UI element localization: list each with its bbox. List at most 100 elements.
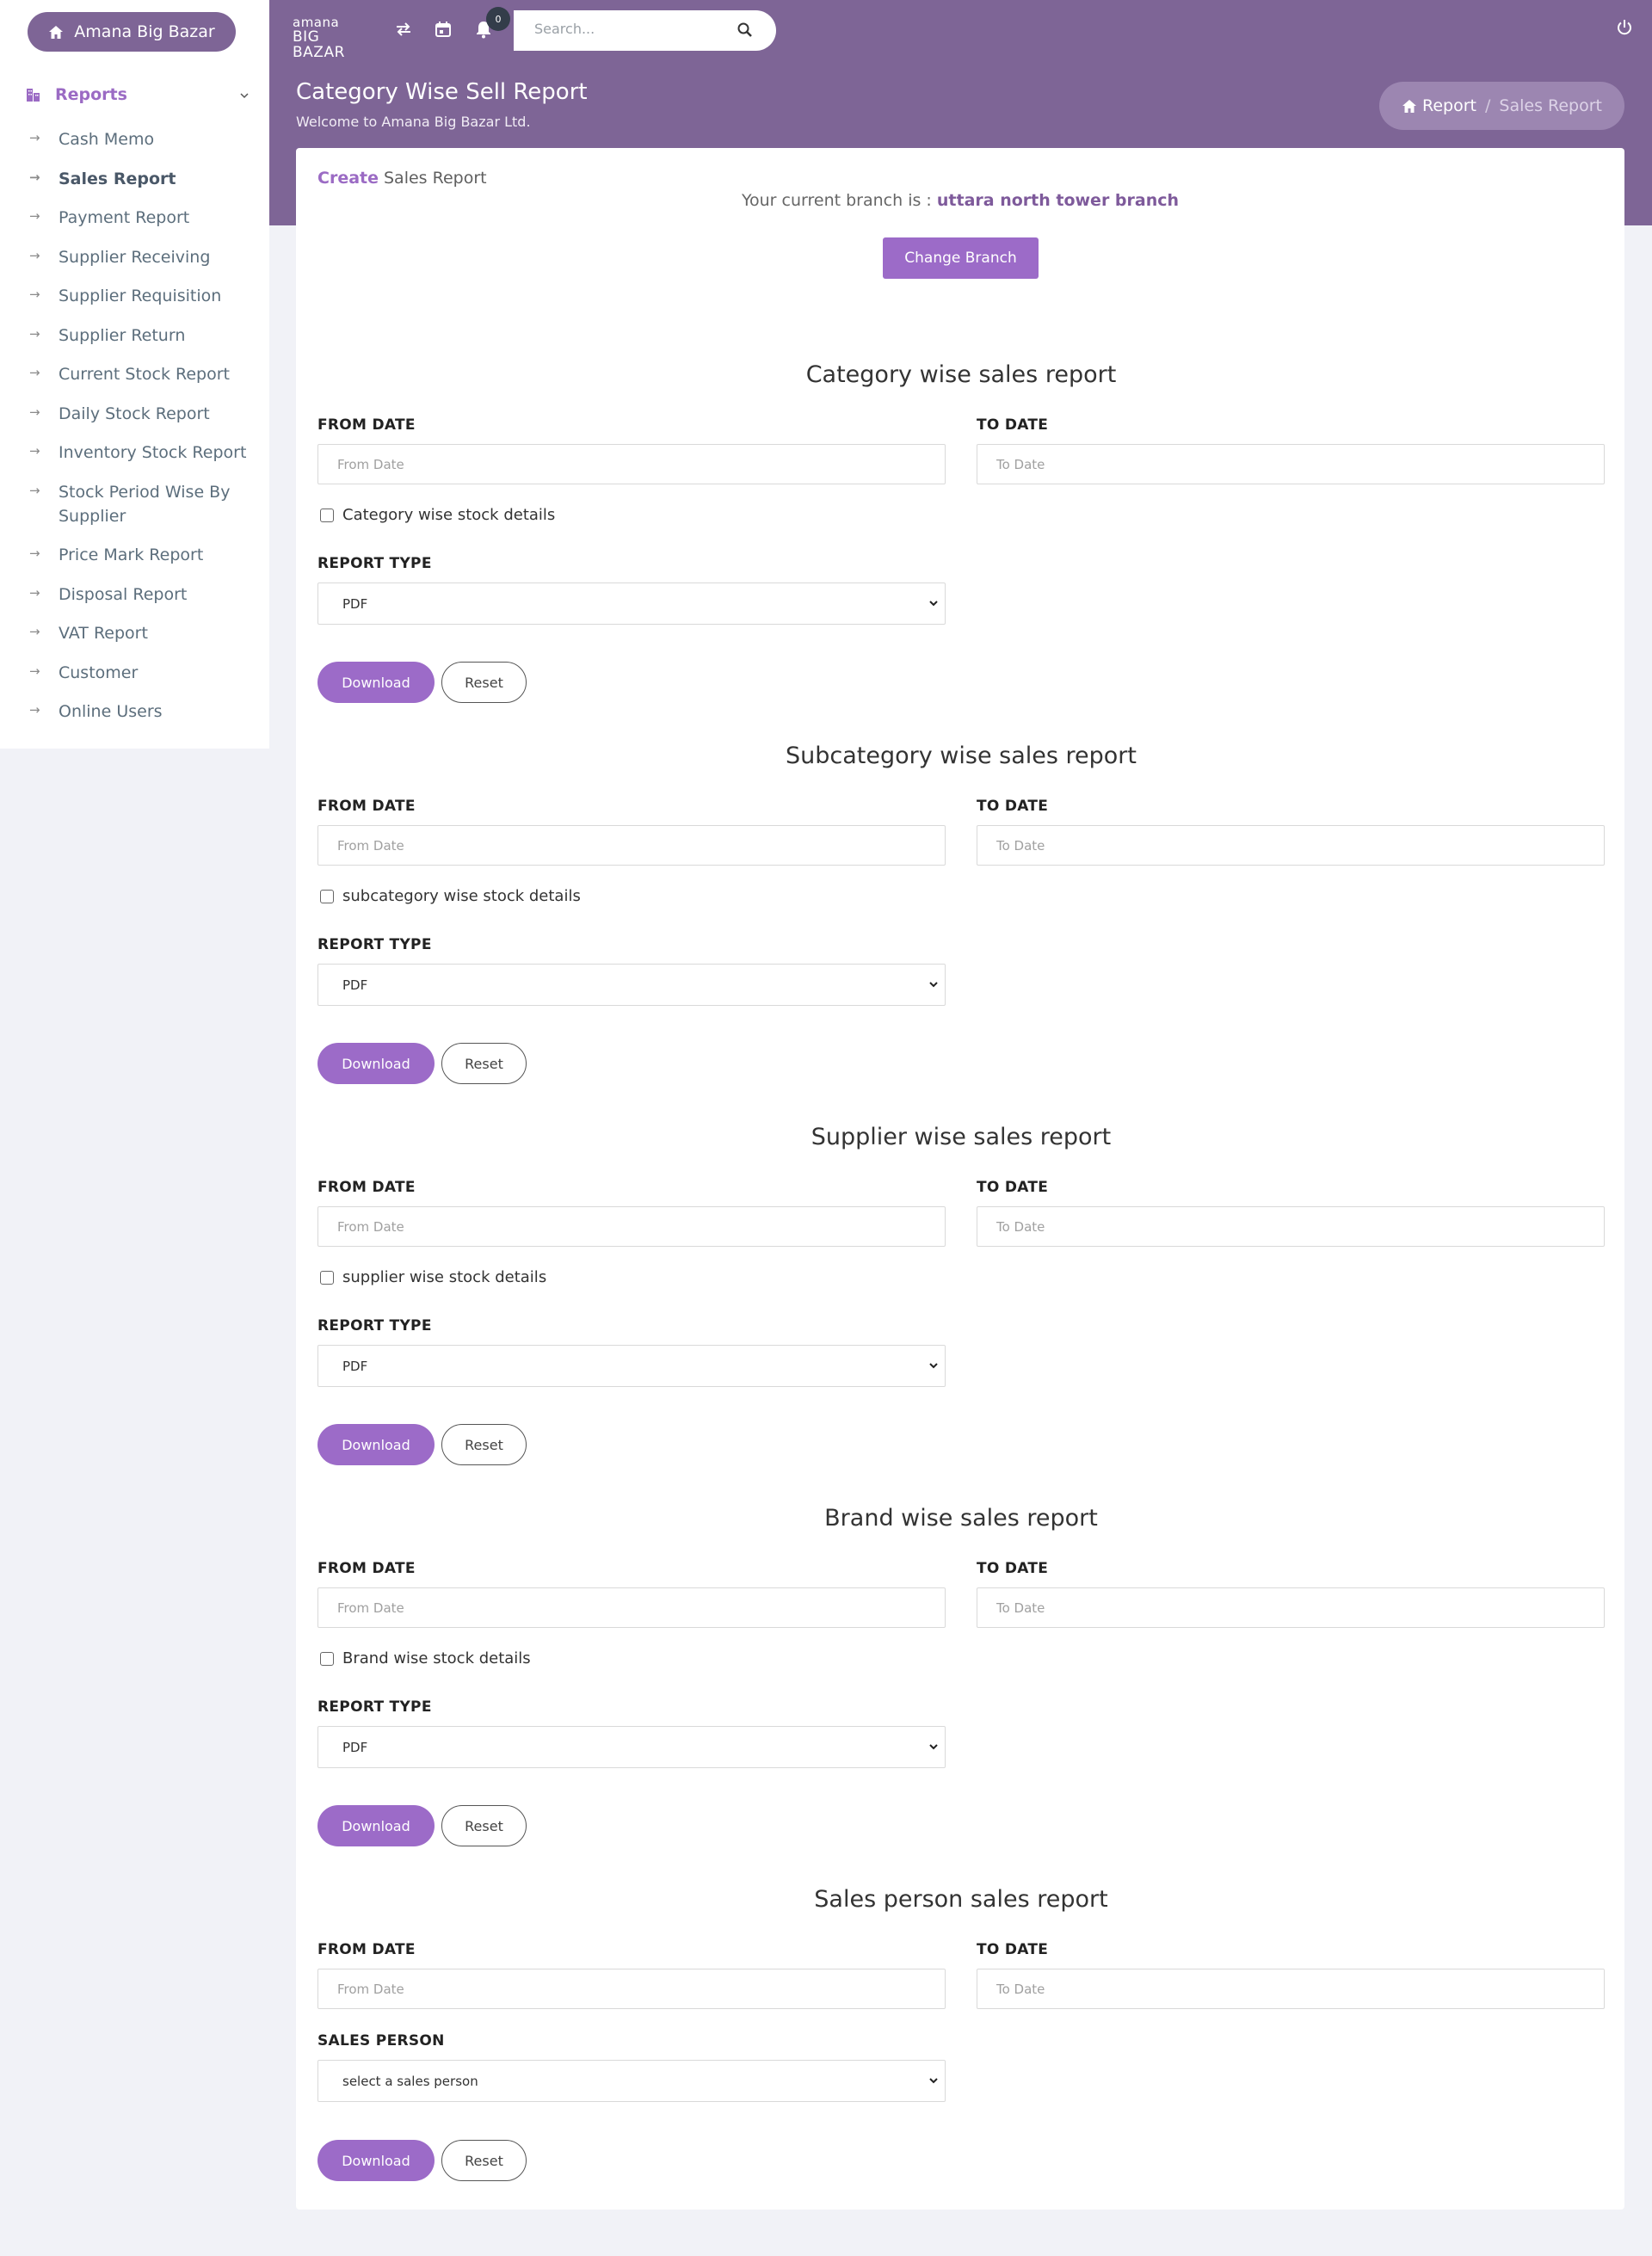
report-type-select[interactable]: PDF [317,1345,946,1387]
search-icon[interactable] [737,22,754,42]
sales-person-select[interactable]: select a sales person [317,2060,946,2102]
sidebar-item-inventory-stock-report[interactable]: → Inventory Stock Report [29,441,253,465]
sidebar-item-customer[interactable]: → Customer [29,661,253,685]
current-branch-text: Your current branch is : uttara north to… [296,191,1624,210]
arrow-right-icon: → [29,208,40,224]
download-button[interactable]: Download [317,1043,435,1084]
stock-details-checkbox-row[interactable]: Category wise stock details [320,506,555,524]
arrow-right-icon: → [29,546,40,561]
card-heading-create: Create [317,169,379,188]
sidebar-item-current-stock-report[interactable]: → Current Stock Report [29,362,253,386]
arrow-right-icon: → [29,169,40,185]
sidebar-item-daily-stock-report[interactable]: → Daily Stock Report [29,402,253,426]
sidebar-item-stock-period-wise[interactable]: → Stock Period Wise By Supplier [29,480,253,528]
arrow-right-icon: → [29,482,40,498]
sidebar-item-online-users[interactable]: → Online Users [29,700,253,724]
reset-button[interactable]: Reset [441,1043,527,1084]
section-title: Sales person sales report [814,1886,1108,1913]
sidebar-item-vat-report[interactable]: → VAT Report [29,621,253,645]
to-date-input[interactable] [977,1207,1604,1246]
download-button[interactable]: Download [317,1805,435,1846]
stock-details-checkbox-row[interactable]: supplier wise stock details [320,1268,546,1286]
arrow-right-icon: → [29,624,40,639]
arrow-right-icon: → [29,443,40,459]
report-type-select[interactable]: PDF [317,1726,946,1768]
from-date-label: FROM DATE [317,1179,416,1196]
to-date-field [977,825,1605,866]
section-title: Supplier wise sales report [811,1124,1112,1150]
download-button[interactable]: Download [317,2140,435,2181]
report-type-label: REPORT TYPE [317,1698,432,1716]
chevron-down-icon [928,978,940,994]
checkbox-label: Category wise stock details [342,506,556,524]
download-button[interactable]: Download [317,662,435,703]
from-date-input[interactable] [318,826,945,865]
sidebar-item-sales-report[interactable]: → Sales Report [29,167,253,191]
building-icon [26,87,41,102]
from-date-label: FROM DATE [317,1560,416,1577]
sidebar-item-cash-memo[interactable]: → Cash Memo [29,127,253,151]
change-branch-button[interactable]: Change Branch [883,237,1039,279]
page-subtitle: Welcome to Amana Big Bazar Ltd. [296,114,531,130]
card-heading-text: Sales Report [384,169,487,188]
select-value: PDF [342,1739,368,1755]
nav-section-reports[interactable]: Reports [26,83,250,107]
sidebar-item-disposal-report[interactable]: → Disposal Report [29,582,253,607]
breadcrumb-report-link[interactable]: Report [1422,96,1476,115]
sidebar-item-label: Stock Period Wise By Supplier [59,482,231,526]
to-date-field [977,1587,1605,1628]
to-date-input[interactable] [977,1969,1604,2008]
sidebar-item-label: Price Mark Report [59,546,204,564]
to-date-label: TO DATE [977,1179,1049,1196]
stock-details-checkbox[interactable] [320,889,334,903]
report-type-select[interactable]: PDF [317,582,946,625]
reset-button[interactable]: Reset [441,1424,527,1465]
sidebar-item-label: Supplier Return [59,325,186,345]
stock-details-checkbox-row[interactable]: subcategory wise stock details [320,887,581,905]
reset-button[interactable]: Reset [441,662,527,703]
sidebar-item-supplier-requisition[interactable]: → Supplier Requisition [29,284,253,308]
stock-details-checkbox[interactable] [320,1651,334,1666]
swap-icon[interactable] [393,19,414,40]
from-date-input[interactable] [318,1588,945,1627]
from-date-input[interactable] [318,1969,945,2008]
breadcrumb-separator: / [1484,96,1491,115]
reset-button[interactable]: Reset [441,2140,527,2181]
report-type-label: REPORT TYPE [317,936,432,953]
checkbox-label: Brand wise stock details [342,1649,531,1667]
chevron-down-icon [928,1359,940,1375]
sidebar-item-supplier-return[interactable]: → Supplier Return [29,324,253,348]
to-date-input[interactable] [977,1588,1604,1627]
from-date-label: FROM DATE [317,798,416,815]
search-input[interactable] [534,21,724,37]
chevron-down-icon [928,597,940,613]
sidebar-item-supplier-receiving[interactable]: → Supplier Receiving [29,245,253,269]
sales-person-label: SALES PERSON [317,2032,445,2050]
stock-details-checkbox[interactable] [320,508,334,522]
to-date-label: TO DATE [977,798,1049,815]
stock-details-checkbox[interactable] [320,1270,334,1285]
checkbox-label: supplier wise stock details [342,1268,547,1286]
sidebar-item-price-mark-report[interactable]: → Price Mark Report [29,543,253,567]
to-date-input[interactable] [977,826,1604,865]
report-type-select[interactable]: PDF [317,964,946,1006]
arrow-right-icon: → [29,584,40,601]
from-date-field [317,1969,946,2009]
app-logo[interactable]: amana BIG BAZAR [293,15,370,60]
select-value: PDF [342,977,368,993]
sidebar-item-label: Sales Report [59,169,176,188]
stock-details-checkbox-row[interactable]: Brand wise stock details [320,1649,531,1667]
arrow-right-icon: → [29,365,40,380]
from-date-input[interactable] [318,1207,945,1246]
breadcrumb: Report / Sales Report [1379,82,1624,130]
reset-button[interactable]: Reset [441,1805,527,1846]
download-button[interactable]: Download [317,1424,435,1465]
calendar-icon[interactable] [433,19,453,40]
sidebar-item-payment-report[interactable]: → Payment Report [29,206,253,230]
from-date-input[interactable] [318,445,945,484]
to-date-input[interactable] [977,445,1604,484]
from-date-field [317,444,946,484]
to-date-label: TO DATE [977,1560,1049,1577]
power-icon[interactable] [1616,19,1633,40]
brand-home-button[interactable]: Amana Big Bazar [28,12,236,52]
